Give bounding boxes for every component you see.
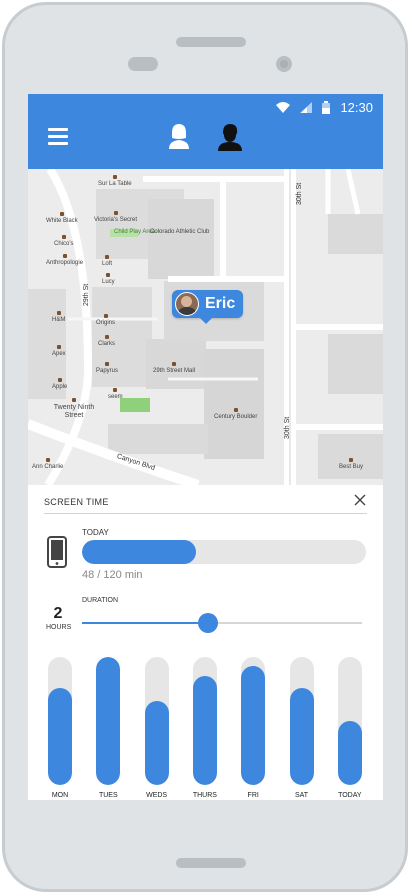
map-place[interactable]: Victoria's Secret [94, 211, 137, 224]
day-bar-track [192, 657, 217, 785]
status-time: 12:30 [340, 99, 373, 115]
status-bar: 12:30 [276, 98, 373, 116]
day-bar-track [241, 657, 266, 785]
map-place[interactable]: Century Boulder [214, 408, 257, 421]
map-place[interactable]: Papyrus [96, 362, 118, 375]
day-bar[interactable]: FRI [241, 657, 266, 799]
map-place[interactable]: Twenty Ninth Street [52, 398, 96, 420]
battery-icon [322, 100, 331, 114]
map-place[interactable]: Colorado Athletic Club [150, 229, 209, 236]
map-view[interactable]: Sur La Table Victoria's Secret White Bla… [28, 169, 383, 485]
close-icon[interactable] [353, 493, 367, 507]
screen-time-panel: SCREEN TIME TODAY 48 / 120 min 2 HOURS D… [28, 485, 383, 800]
day-bar-track [289, 657, 314, 785]
street-label: 30th St [284, 416, 291, 439]
map-place[interactable]: Clarks [98, 335, 115, 348]
today-usage-bar [82, 540, 366, 564]
front-camera [276, 56, 292, 72]
day-bar-track [337, 657, 362, 785]
day-label: MON [51, 792, 69, 799]
map-place[interactable]: Best Buy [339, 458, 363, 471]
day-bar-track [48, 657, 72, 785]
sensor [128, 57, 158, 71]
day-label: TUES [98, 792, 118, 799]
home-button[interactable] [176, 858, 246, 868]
wifi-icon [276, 101, 291, 113]
duration-unit: HOURS [46, 624, 72, 631]
day-label: FRI [247, 792, 259, 799]
day-bar-track [144, 657, 169, 785]
day-bar-fill [96, 657, 121, 785]
day-label: WEDS [146, 792, 168, 799]
child-location-pin[interactable]: Eric [172, 290, 244, 324]
day-bar-fill [289, 687, 314, 785]
day-bar-fill [48, 687, 72, 785]
today-label: TODAY [82, 528, 109, 537]
today-usage-fill [82, 540, 196, 564]
day-label: TODAY [338, 792, 362, 799]
phone-device-icon [47, 536, 67, 568]
weekly-bar-chart: MON TUES WEDS THURS FRI SAT TODAY [48, 657, 366, 799]
panel-title: SCREEN TIME [44, 497, 109, 507]
map-place[interactable]: White Black [46, 212, 78, 225]
street-label: 30th St [296, 182, 303, 205]
duration-value: 2 [53, 605, 63, 622]
street-label: 29th St [83, 283, 90, 306]
divider [44, 513, 367, 514]
map-place[interactable]: 29th Street Mall [153, 362, 195, 375]
map-place[interactable]: Apex [52, 345, 66, 358]
map-place[interactable]: Chico's [54, 235, 74, 248]
map-place[interactable]: H&M [52, 311, 65, 324]
app-bar: 12:30 [28, 94, 383, 169]
screen: 12:30 Sur La Table Victoria's Secret Whi… [28, 94, 383, 800]
map-place[interactable]: Origins [96, 314, 115, 327]
day-bar[interactable]: THURS [192, 657, 217, 799]
day-bar-fill [192, 676, 217, 785]
map-place[interactable]: seem [108, 388, 123, 401]
day-bar[interactable]: WEDS [144, 657, 169, 799]
map-place[interactable]: Child Play Area [114, 229, 155, 236]
slider-fill [82, 622, 208, 624]
map-place[interactable]: Lucy [102, 273, 115, 286]
day-bar[interactable]: TUES [96, 657, 121, 799]
day-label: THURS [192, 792, 217, 799]
duration-slider[interactable] [82, 613, 362, 633]
day-bar[interactable]: SAT [289, 657, 314, 799]
day-label: SAT [294, 792, 309, 799]
day-bar-fill [337, 721, 362, 785]
usage-text: 48 / 120 min [82, 569, 143, 581]
map-roads [28, 169, 383, 485]
avatar [175, 292, 199, 316]
female-profile-icon[interactable] [168, 123, 190, 149]
map-place[interactable]: Anthropologie [46, 254, 83, 267]
map-place[interactable]: Sur La Table [98, 175, 132, 188]
male-profile-icon[interactable] [216, 123, 244, 151]
child-name: Eric [205, 295, 236, 312]
day-bar-fill [144, 700, 169, 785]
duration-label: DURATION [82, 597, 119, 604]
day-bar[interactable]: TODAY [337, 657, 362, 799]
hamburger-menu-icon[interactable] [48, 128, 68, 146]
map-place[interactable]: Apple [52, 378, 67, 391]
day-bar-fill [241, 665, 266, 785]
day-bar[interactable]: MON [48, 657, 72, 799]
slider-thumb[interactable] [198, 613, 218, 633]
map-place[interactable]: Loft [102, 255, 112, 268]
earpiece [176, 37, 246, 47]
day-bar-track [96, 657, 121, 785]
signal-icon [300, 101, 313, 113]
map-place[interactable]: Ann Charlie [32, 458, 63, 471]
